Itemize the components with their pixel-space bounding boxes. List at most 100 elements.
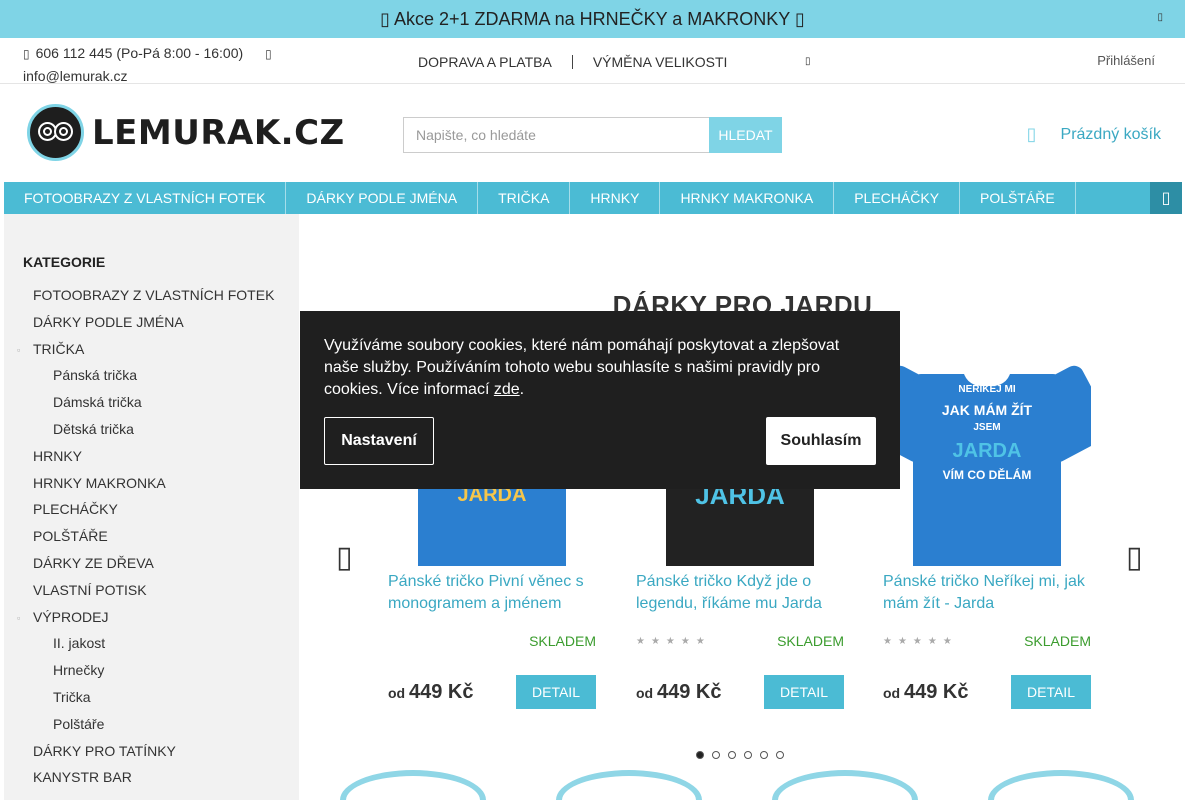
phone-icon: ▯: [23, 47, 30, 61]
slider-dot[interactable]: [760, 751, 768, 759]
category-item[interactable]: POLŠTÁŘE: [4, 523, 299, 550]
cookie-message: Využíváme soubory cookies, které nám pom…: [324, 337, 840, 398]
slider-dot[interactable]: [712, 751, 720, 759]
category-item[interactable]: Dámská trička: [4, 389, 299, 416]
price-prefix: od: [388, 684, 406, 701]
cart[interactable]: ▯ Prázdný košík: [1027, 124, 1161, 145]
slider-dot[interactable]: [744, 751, 752, 759]
detail-button[interactable]: DETAIL: [764, 675, 844, 709]
product-meta: SKLADEM: [388, 633, 596, 649]
email-icon: ▯: [265, 47, 272, 61]
divider: [571, 55, 573, 69]
price-value: 449 Kč: [904, 680, 969, 703]
category-item[interactable]: Trička: [4, 684, 299, 711]
phone-number[interactable]: 606 112 445 (Po-Pá 8:00 - 16:00): [36, 45, 244, 61]
owl-logo-icon: [27, 104, 84, 161]
nav-item-polstare[interactable]: POLŠTÁŘE: [960, 182, 1076, 214]
price-row: od 449 Kč DETAIL: [388, 675, 596, 709]
category-item[interactable]: HRNKY MAKRONKA: [4, 470, 299, 497]
cookie-settings-button[interactable]: Nastavení: [324, 417, 434, 465]
category-item[interactable]: VLASTNÍ POTISK: [4, 577, 299, 604]
nav-item-darky-jmena[interactable]: DÁRKY PODLE JMÉNA: [286, 182, 479, 214]
product-price: od 449 Kč: [636, 681, 722, 704]
category-item[interactable]: ▫ TRIČKA: [4, 336, 299, 363]
promo-bar[interactable]: ▯ Akce 2+1 ZDARMA na HRNEČKY a MAKRONKY …: [0, 0, 1185, 38]
product-name[interactable]: Pánské tričko Když jde o legendu, říkáme…: [636, 571, 844, 633]
slider-next-icon[interactable]: ▯: [1126, 540, 1143, 575]
nav-item-hrnky-makronka[interactable]: HRNKY MAKRONKA: [660, 182, 835, 214]
nav-item-tricka[interactable]: TRIČKA: [478, 182, 571, 214]
category-list: FOTOOBRAZY Z VLASTNÍCH FOTEK DÁRKY PODLE …: [4, 282, 299, 791]
search-button[interactable]: HLEDAT: [709, 117, 782, 153]
email-link[interactable]: info@lemurak.cz: [23, 68, 127, 84]
product-card[interactable]: NEŘÍKEJ MI JAK MÁM ŽÍT JSEM JARDA VÍM CO DĚL…: [883, 344, 1091, 709]
product-name[interactable]: Pánské tričko Pivní věnec s monogramem a…: [388, 571, 596, 633]
rating-stars: ★★★★★: [636, 635, 711, 647]
detail-button[interactable]: DETAIL: [1011, 675, 1091, 709]
category-item[interactable]: ▫ VÝPRODEJ: [4, 604, 299, 631]
menu-icon[interactable]: ▯: [1150, 182, 1182, 214]
category-item[interactable]: DÁRKY PODLE JMÉNA: [4, 309, 299, 336]
cookie-text: Využíváme soubory cookies, které nám pom…: [324, 335, 864, 401]
sidebar-title: KATEGORIE: [23, 254, 106, 270]
shirt-print-text: VÍM CO DĚLÁM: [942, 468, 1032, 482]
link-shipping[interactable]: DOPRAVA A PLATBA: [418, 54, 552, 70]
expand-icon[interactable]: ▫: [17, 337, 20, 364]
badge-image: [340, 770, 486, 800]
nav-item-fotoobrazy[interactable]: FOTOOBRAZY Z VLASTNÍCH FOTEK: [4, 182, 287, 214]
slider-dot[interactable]: [696, 751, 704, 759]
expand-icon[interactable]: ▫: [17, 605, 20, 632]
shirt-print-text: NEŘÍKEJ MI: [958, 384, 1016, 395]
close-icon[interactable]: ▯: [1157, 12, 1163, 23]
search-form: HLEDAT: [403, 117, 782, 153]
category-item[interactable]: II. jakost: [4, 630, 299, 657]
topbar: ▯ 606 112 445 (Po-Pá 8:00 - 16:00) ▯ info…: [0, 38, 1185, 84]
cookie-agree-button[interactable]: Souhlasím: [766, 417, 876, 465]
price-row: od 449 Kč DETAIL: [636, 675, 844, 709]
category-item[interactable]: Pánská trička: [4, 362, 299, 389]
product-meta: ★★★★★ SKLADEM: [883, 633, 1091, 649]
link-size-exchange[interactable]: VÝMĚNA VELIKOSTI: [593, 54, 728, 70]
stock-status: SKLADEM: [777, 633, 844, 649]
product-price: od 449 Kč: [388, 681, 474, 704]
product-name[interactable]: Pánské tričko Neříkej mi, jak mám žít - …: [883, 571, 1091, 633]
login-link[interactable]: Přihlášení: [1097, 53, 1155, 68]
category-item[interactable]: HRNKY: [4, 443, 299, 470]
category-item[interactable]: DÁRKY ZE DŘEVA: [4, 550, 299, 577]
category-sidebar: KATEGORIE FOTOOBRAZY Z VLASTNÍCH FOTEK DÁ…: [4, 214, 299, 800]
nav-item-hrnky[interactable]: HRNKY: [570, 182, 661, 214]
main-nav: FOTOOBRAZY Z VLASTNÍCH FOTEK DÁRKY PODLE…: [4, 182, 1182, 214]
more-icon[interactable]: ▯: [805, 56, 811, 67]
shirt-print-text: JARDA: [952, 440, 1022, 462]
promo-text[interactable]: ▯ Akce 2+1 ZDARMA na HRNEČKY a MAKRONKY …: [380, 9, 805, 30]
price-prefix: od: [636, 684, 654, 701]
stock-status: SKLADEM: [1024, 633, 1091, 649]
nav-item-plechacky[interactable]: PLECHÁČKY: [834, 182, 961, 214]
slider-prev-icon[interactable]: ▯: [336, 540, 353, 575]
category-item[interactable]: Dětská trička: [4, 416, 299, 443]
cookie-more-link[interactable]: zde: [494, 381, 520, 398]
stock-status: SKLADEM: [529, 633, 596, 649]
category-item[interactable]: KANYSTR BAR: [4, 764, 299, 791]
category-item[interactable]: FOTOOBRAZY Z VLASTNÍCH FOTEK: [4, 282, 299, 309]
badge-image: [772, 770, 918, 800]
category-item[interactable]: DÁRKY PRO TATÍNKY: [4, 738, 299, 765]
detail-button[interactable]: DETAIL: [516, 675, 596, 709]
price-value: 449 Kč: [657, 680, 722, 703]
product-image[interactable]: NEŘÍKEJ MI JAK MÁM ŽÍT JSEM JARDA VÍM CO DĚL…: [883, 344, 1091, 566]
logo[interactable]: LEMURAK.CZ: [27, 104, 345, 161]
header: LEMURAK.CZ HLEDAT ▯ Prázdný košík: [0, 84, 1185, 182]
slider-dot[interactable]: [728, 751, 736, 759]
cookie-period: .: [519, 381, 525, 398]
contact-info: ▯ 606 112 445 (Po-Pá 8:00 - 16:00) ▯ info…: [23, 42, 293, 87]
category-item[interactable]: Hrnečky: [4, 657, 299, 684]
category-item[interactable]: Polštáře: [4, 711, 299, 738]
slider-dot[interactable]: [776, 751, 784, 759]
search-input[interactable]: [403, 117, 709, 153]
rating-stars: ★★★★★: [883, 635, 958, 647]
price-prefix: od: [883, 684, 901, 701]
shirt-print-text: JSEM: [973, 422, 1001, 433]
slider-dots: [696, 751, 792, 759]
product-meta: ★★★★★ SKLADEM: [636, 633, 844, 649]
category-item[interactable]: PLECHÁČKY: [4, 496, 299, 523]
